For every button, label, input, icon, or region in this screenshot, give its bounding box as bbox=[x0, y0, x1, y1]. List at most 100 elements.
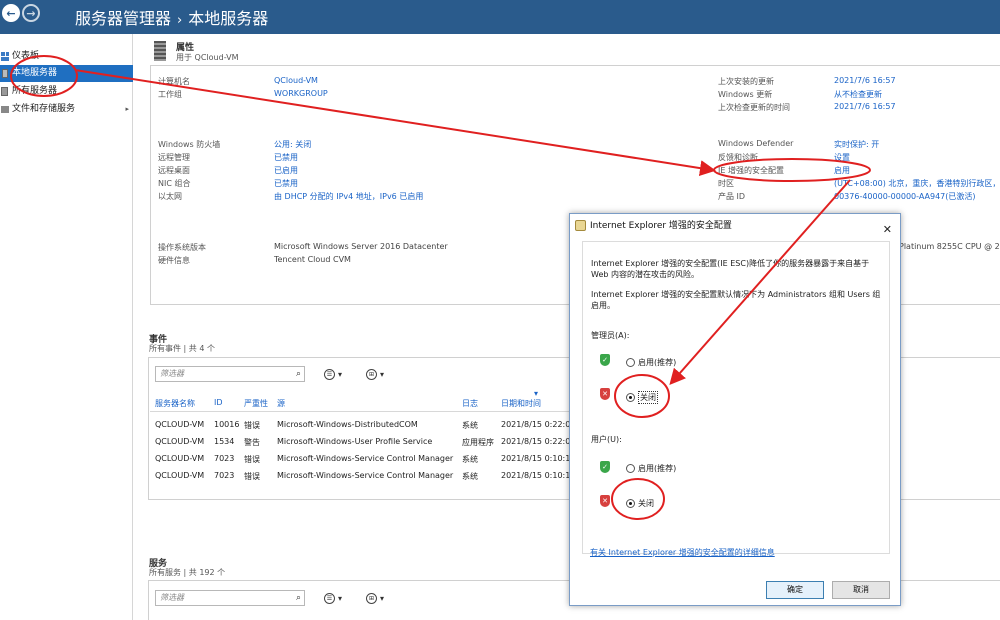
table-row-cell-datetime[interactable]: 2021/8/15 0:10:1 bbox=[501, 454, 570, 463]
column-header-source[interactable]: 源 bbox=[277, 398, 285, 409]
search-icon[interactable]: ⌕ bbox=[296, 591, 301, 605]
ie-esc-link[interactable]: 启用 bbox=[834, 165, 850, 176]
radio-button-selected[interactable] bbox=[626, 393, 635, 402]
filter-placeholder: 筛选器 bbox=[160, 593, 184, 602]
table-row-cell-source[interactable]: Microsoft-Windows-Service Control Manage… bbox=[277, 454, 453, 463]
ok-button[interactable]: 确定 bbox=[766, 581, 824, 599]
user-off-radio[interactable]: 关闭 bbox=[626, 498, 654, 509]
sidebar-item-file-storage[interactable]: 文件和存储服务 ▸ bbox=[0, 101, 133, 118]
sort-descending-icon: ▾ bbox=[534, 389, 539, 398]
column-header-server[interactable]: 服务器名称 bbox=[155, 398, 195, 409]
user-on-radio[interactable]: 启用(推荐) bbox=[626, 463, 676, 474]
filter-placeholder: 筛选器 bbox=[160, 369, 184, 378]
table-row-cell-id[interactable]: 1534 bbox=[214, 437, 234, 446]
windows-update-link[interactable]: 从不检查更新 bbox=[834, 89, 882, 100]
close-icon[interactable]: ✕ bbox=[883, 218, 892, 242]
properties-subtitle: 用于 QCloud-VM bbox=[176, 53, 239, 62]
table-row-cell-severity[interactable]: 警告 bbox=[244, 437, 260, 448]
shield-x-icon: ✕ bbox=[600, 495, 610, 507]
chevron-down-icon: ▾ bbox=[338, 593, 343, 603]
prop-label: 远程管理 bbox=[158, 153, 190, 162]
forward-arrow-icon[interactable]: → bbox=[22, 4, 40, 22]
dialog-title-bar[interactable]: Internet Explorer 增强的安全配置 ✕ bbox=[570, 214, 900, 238]
table-row-cell-server[interactable]: QCLOUD-VM bbox=[155, 471, 204, 480]
cancel-button[interactable]: 取消 bbox=[832, 581, 890, 599]
feedback-link[interactable]: 设置 bbox=[834, 152, 850, 163]
radio-button[interactable] bbox=[626, 464, 635, 473]
table-row-cell-id[interactable]: 7023 bbox=[214, 454, 234, 463]
table-row-cell-severity[interactable]: 错误 bbox=[244, 454, 260, 465]
services-list-options-button[interactable]: ☰ ▾ bbox=[324, 591, 348, 605]
table-row-cell-datetime[interactable]: 2021/8/15 0:22:0 bbox=[501, 420, 570, 429]
chevron-down-icon: ▾ bbox=[380, 369, 385, 379]
firewall-link[interactable]: 公用: 关闭 bbox=[274, 139, 311, 150]
nic-teaming-link[interactable]: 已禁用 bbox=[274, 178, 298, 189]
sidebar-item-label: 仪表板 bbox=[12, 51, 40, 61]
prop-label: 上次安装的更新 bbox=[718, 77, 774, 86]
back-arrow-icon[interactable]: ← bbox=[2, 4, 20, 22]
breadcrumb-app[interactable]: 服务器管理器 bbox=[75, 9, 171, 28]
prop-label: NIC 组合 bbox=[158, 179, 191, 188]
table-row-cell-id[interactable]: 10016 bbox=[214, 420, 239, 429]
sidebar-item-local-server[interactable]: 本地服务器 bbox=[0, 65, 133, 82]
radio-label: 关闭 bbox=[638, 499, 654, 508]
server-icon bbox=[2, 69, 8, 78]
column-header-log[interactable]: 日志 bbox=[462, 398, 478, 409]
timezone-link[interactable]: (UTC+08:00) 北京，重庆，香港特别行政区， bbox=[834, 178, 1000, 189]
events-filter-input[interactable]: 筛选器 ⌕ bbox=[155, 366, 305, 382]
services-subtitle: 所有服务 | 共 192 个 bbox=[149, 568, 226, 577]
table-row-cell-datetime[interactable]: 2021/8/15 0:22:0 bbox=[501, 437, 570, 446]
table-row-cell-source[interactable]: Microsoft-Windows-DistributedCOM bbox=[277, 420, 418, 429]
save-query-button[interactable]: ⊞ ▾ bbox=[366, 367, 390, 381]
prop-label: Windows Defender bbox=[718, 139, 794, 148]
search-icon[interactable]: ⌕ bbox=[296, 367, 301, 381]
remote-management-link[interactable]: 已禁用 bbox=[274, 152, 298, 163]
table-row-cell-server[interactable]: QCLOUD-VM bbox=[155, 420, 204, 429]
table-row-cell-server[interactable]: QCLOUD-VM bbox=[155, 454, 204, 463]
workgroup-link[interactable]: WORKGROUP bbox=[274, 89, 328, 98]
table-row-cell-source[interactable]: Microsoft-Windows-Service Control Manage… bbox=[277, 471, 453, 480]
dialog-title: Internet Explorer 增强的安全配置 bbox=[590, 221, 732, 231]
admin-on-radio[interactable]: 启用(推荐) bbox=[626, 357, 676, 368]
table-row-cell-source[interactable]: Microsoft-Windows-User Profile Service bbox=[277, 437, 432, 446]
column-header-severity[interactable]: 严重性 bbox=[244, 398, 268, 409]
expand-arrow-icon[interactable]: ▸ bbox=[125, 101, 129, 118]
details-link[interactable]: 有关 Internet Explorer 增强的安全配置的详细信息 bbox=[590, 547, 775, 558]
ie-esc-dialog: Internet Explorer 增强的安全配置 ✕ Internet Exp… bbox=[569, 213, 901, 606]
dialog-body: Internet Explorer 增强的安全配置(IE ESC)降低了你的服务… bbox=[582, 241, 890, 554]
save-icon: ⊞ bbox=[366, 592, 377, 604]
table-row-cell-severity[interactable]: 错误 bbox=[244, 471, 260, 482]
sidebar-item-all-servers[interactable]: 所有服务器 bbox=[0, 83, 133, 100]
table-row-cell-datetime[interactable]: 2021/8/15 0:10:1 bbox=[501, 471, 570, 480]
dialog-description: Internet Explorer 增强的安全配置(IE ESC)降低了你的服务… bbox=[591, 259, 870, 279]
table-row-cell-log[interactable]: 系统 bbox=[462, 471, 478, 482]
table-row-cell-id[interactable]: 7023 bbox=[214, 471, 234, 480]
sidebar-item-dashboard[interactable]: 仪表板 bbox=[0, 48, 133, 65]
ethernet-link[interactable]: 由 DHCP 分配的 IPv4 地址，IPv6 已启用 bbox=[274, 191, 423, 202]
dialog-default-note: Internet Explorer 增强的安全配置默认情况下为 Administ… bbox=[591, 290, 881, 310]
column-header-id[interactable]: ID bbox=[214, 398, 223, 407]
admin-off-radio[interactable]: 关闭 bbox=[626, 391, 658, 404]
server-properties-icon bbox=[154, 41, 166, 61]
list-options-button[interactable]: ☰ ▾ bbox=[324, 367, 348, 381]
table-row-cell-log[interactable]: 应用程序 bbox=[462, 437, 494, 448]
table-row-cell-log[interactable]: 系统 bbox=[462, 454, 478, 465]
last-check-link[interactable]: 2021/7/6 16:57 bbox=[834, 102, 896, 111]
column-header-datetime[interactable]: 日期和时间 bbox=[501, 398, 541, 409]
radio-button-selected[interactable] bbox=[626, 499, 635, 508]
defender-link[interactable]: 实时保护: 开 bbox=[834, 139, 879, 150]
cpu-value: Platinum 8255C CPU @ 2. bbox=[899, 242, 1000, 251]
chevron-down-icon: ▾ bbox=[380, 593, 385, 603]
services-filter-input[interactable]: 筛选器 ⌕ bbox=[155, 590, 305, 606]
product-id-link[interactable]: 00376-40000-00000-AA947(已激活) bbox=[834, 191, 976, 202]
table-row-cell-log[interactable]: 系统 bbox=[462, 420, 478, 431]
services-save-query-button[interactable]: ⊞ ▾ bbox=[366, 591, 390, 605]
table-row-cell-severity[interactable]: 错误 bbox=[244, 420, 260, 431]
breadcrumb-page: 本地服务器 bbox=[188, 9, 269, 28]
last-update-link[interactable]: 2021/7/6 16:57 bbox=[834, 76, 896, 85]
remote-desktop-link[interactable]: 已启用 bbox=[274, 165, 298, 176]
radio-button[interactable] bbox=[626, 358, 635, 367]
table-row-cell-server[interactable]: QCLOUD-VM bbox=[155, 437, 204, 446]
sidebar-item-label: 文件和存储服务 bbox=[12, 104, 76, 114]
computer-name-link[interactable]: QCloud-VM bbox=[274, 76, 318, 85]
